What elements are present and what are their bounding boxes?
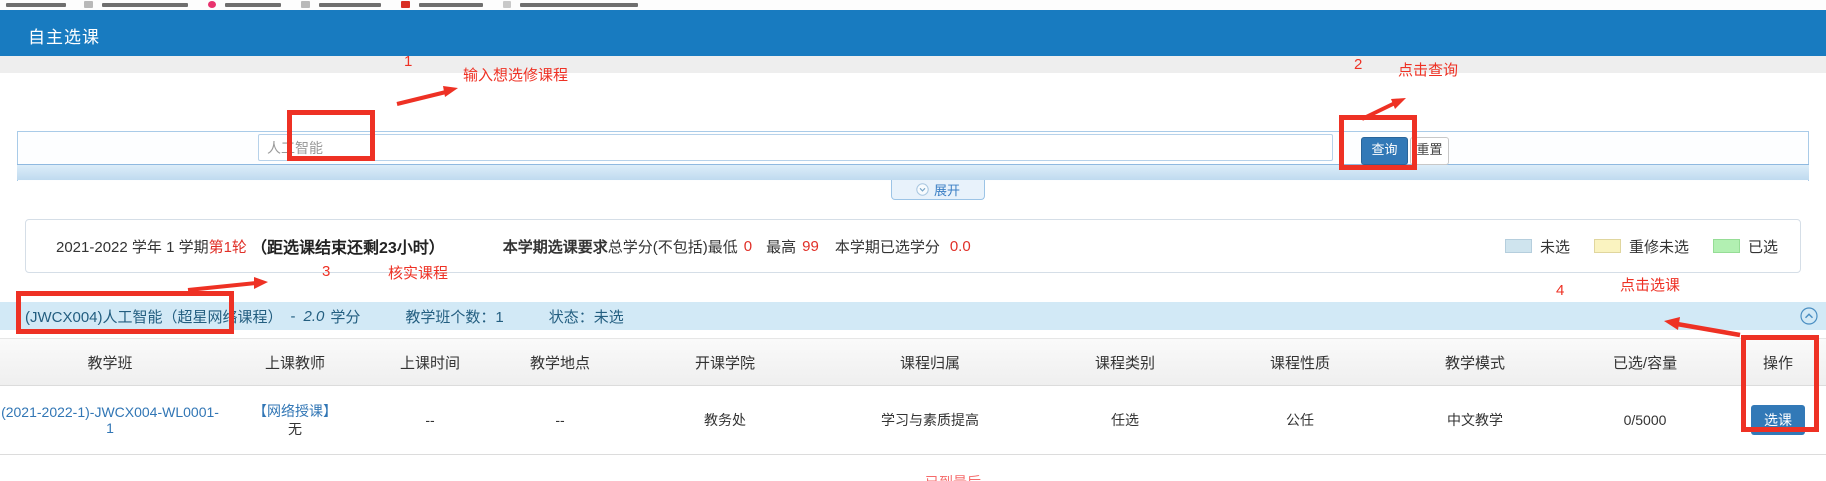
- app-header: 自主选课: [0, 10, 1826, 56]
- term-info-bar: 2021-2022 学年 1 学期 第1轮 （距选课结束还剩23小时） 本学期选…: [25, 219, 1801, 273]
- reset-button[interactable]: 重置: [1410, 137, 1449, 165]
- max-credit-label: 最高: [766, 236, 796, 257]
- course-nature: 公任: [1210, 410, 1390, 430]
- col-header: 课程类别: [1040, 352, 1210, 373]
- class-code-link[interactable]: (2021-2022-1)-JWCX004-WL0001-1: [0, 404, 220, 436]
- capacity: 0/5000: [1560, 412, 1730, 428]
- folder-icon: [503, 1, 511, 8]
- annotation-number-1: 1: [404, 53, 412, 70]
- legend-item-selected: 已选: [1713, 236, 1778, 257]
- max-credit-value: 99: [802, 238, 819, 255]
- course-search-input[interactable]: [258, 134, 1333, 161]
- collapse-icon[interactable]: [1800, 307, 1818, 329]
- teaching-mode-tag: 【网络授课】: [220, 402, 370, 420]
- annotation-label-1: 输入想选修课程: [463, 64, 568, 85]
- header-sub-strip: [0, 56, 1826, 73]
- arrow-3: [188, 277, 268, 290]
- status-legend: 未选 重修未选 已选: [1505, 236, 1778, 257]
- course-status: 状态：未选: [549, 306, 624, 327]
- table-row: (2021-2022-1)-JWCX004-WL0001-1 【网络授课】 无 …: [0, 386, 1826, 455]
- requirement-bold: 本学期选课要求: [503, 236, 608, 257]
- col-header: 上课教师: [220, 352, 370, 373]
- requirement-text: 总学分(不包括)最低: [608, 236, 738, 257]
- red-circle-icon: [208, 1, 216, 8]
- col-header: 教学地点: [490, 352, 630, 373]
- col-header: 课程归属: [820, 352, 1040, 373]
- expand-label: 展开: [934, 180, 960, 199]
- legend-label: 未选: [1540, 236, 1570, 257]
- legend-item-unselected: 未选: [1505, 236, 1570, 257]
- term-text: 2021-2022 学年 1 学期: [56, 236, 209, 257]
- col-header: 开课学院: [630, 352, 820, 373]
- bookmark-fragment[interactable]: [419, 3, 483, 7]
- annotation-number-4: 4: [1556, 282, 1564, 299]
- selected-credit-label: 本学期已选学分: [835, 236, 940, 257]
- course-title: (JWCX004)人工智能（超星网络课程）: [25, 306, 283, 327]
- course-title-sep: -: [291, 308, 296, 325]
- course-class-count: 教学班个数：1: [405, 306, 503, 327]
- annotation-label-2: 点击查询: [1398, 59, 1458, 80]
- teacher-name: 无: [220, 420, 370, 438]
- expand-toggle[interactable]: 展开: [891, 180, 985, 200]
- col-header: 教学模式: [1390, 352, 1560, 373]
- page-title: 自主选课: [28, 23, 100, 48]
- folder-icon: [301, 1, 310, 8]
- course-belong: 学习与素质提高: [820, 410, 1040, 430]
- bookmark-fragment[interactable]: [6, 3, 66, 7]
- legend-label: 重修未选: [1629, 236, 1689, 257]
- class-place: --: [490, 412, 630, 428]
- annotation-number-2: 2: [1354, 56, 1362, 73]
- search-panel-footer-bar: [17, 164, 1809, 180]
- bookmark-fragment[interactable]: [319, 3, 381, 7]
- legend-swatch-retake: [1594, 239, 1621, 253]
- bookmark-fragment[interactable]: [520, 3, 638, 7]
- course-header-bar[interactable]: (JWCX004)人工智能（超星网络课程） - 2.0 学分 教学班个数：1 状…: [0, 302, 1826, 330]
- selected-credit-value: 0.0: [950, 238, 971, 255]
- folder-icon: [84, 1, 93, 8]
- col-header: 上课时间: [370, 352, 490, 373]
- min-credit-value: 0: [744, 238, 752, 255]
- annotation-label-4: 点击选课: [1620, 274, 1680, 295]
- end-of-list-message: 已到最后: [893, 474, 1013, 481]
- arrow-2: [1362, 98, 1406, 119]
- bookmark-fragment[interactable]: [225, 3, 281, 7]
- legend-swatch-selected: [1713, 239, 1740, 253]
- annotation-number-3: 3: [322, 263, 330, 280]
- col-header: 课程性质: [1210, 352, 1390, 373]
- teacher-cell: 【网络授课】 无: [220, 402, 370, 438]
- college: 教务处: [630, 410, 820, 430]
- round-text: 第1轮: [209, 236, 247, 257]
- course-credit-unit: 学分: [330, 306, 360, 327]
- class-time: --: [370, 412, 490, 428]
- query-button[interactable]: 查询: [1361, 137, 1408, 165]
- chevron-down-circle-icon: [916, 183, 929, 196]
- red-badge-icon: [401, 1, 410, 8]
- col-header: 教学班: [0, 352, 220, 373]
- course-credit: 2.0: [304, 308, 325, 325]
- annotation-label-3: 核实课程: [388, 262, 448, 283]
- arrow-1: [397, 86, 458, 104]
- legend-label: 已选: [1748, 236, 1778, 257]
- legend-item-retake: 重修未选: [1594, 236, 1689, 257]
- class-table: 教学班 上课教师 上课时间 教学地点 开课学院 课程归属 课程类别 课程性质 教…: [0, 338, 1826, 455]
- teaching-mode: 中文教学: [1390, 410, 1560, 430]
- bookmark-fragment[interactable]: [102, 3, 188, 7]
- col-header: 操作: [1730, 352, 1826, 373]
- countdown-text: （距选课结束还剩23小时）: [251, 234, 445, 258]
- select-course-button[interactable]: 选课: [1751, 405, 1805, 435]
- table-header-row: 教学班 上课教师 上课时间 教学地点 开课学院 课程归属 课程类别 课程性质 教…: [0, 338, 1826, 386]
- legend-swatch-unselected: [1505, 239, 1532, 253]
- col-header: 已选/容量: [1560, 352, 1730, 373]
- course-selection-page: 自主选课 查询 重置 展开 2021-2022 学年 1 学期 第1轮 （距选课…: [0, 0, 1826, 481]
- course-category: 任选: [1040, 410, 1210, 430]
